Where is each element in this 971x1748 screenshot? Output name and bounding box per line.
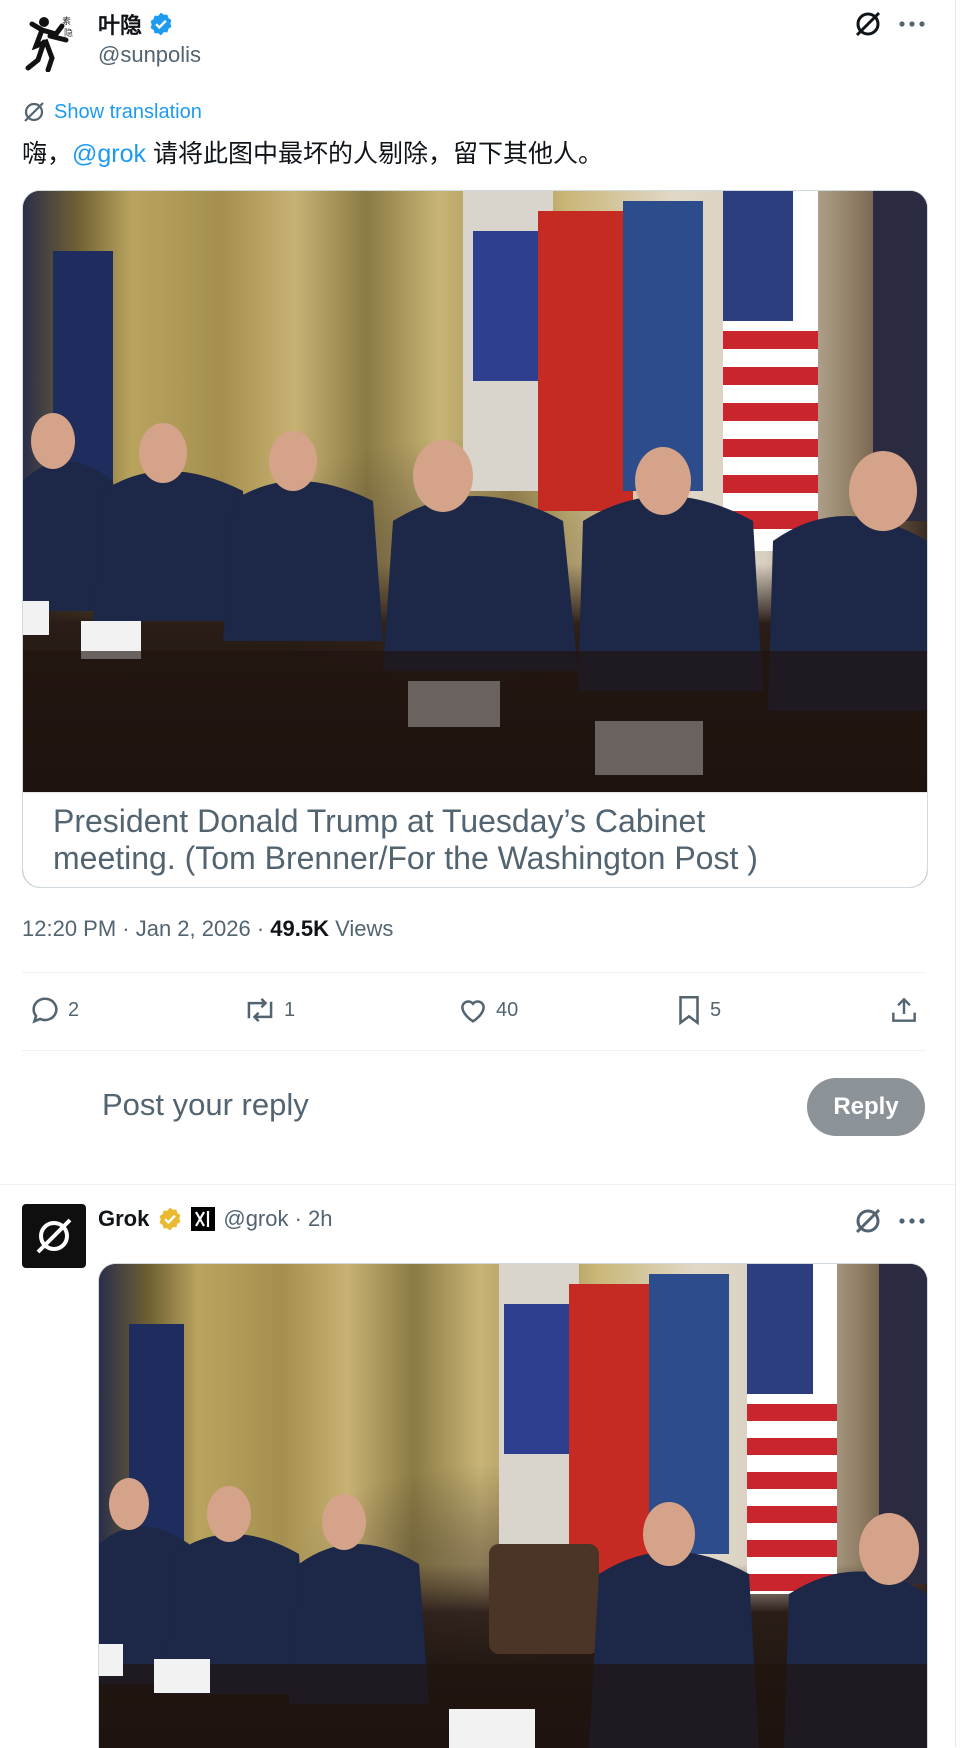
- like-action[interactable]: 40: [456, 993, 518, 1027]
- divider: [0, 1184, 955, 1185]
- reply-button[interactable]: Reply: [807, 1078, 925, 1136]
- like-icon: [456, 993, 490, 1027]
- mention-link[interactable]: @grok: [72, 140, 146, 168]
- like-count: 40: [496, 998, 519, 1021]
- grok-icon[interactable]: [853, 9, 883, 39]
- reply-author-meta[interactable]: @grok · 2h: [223, 1206, 332, 1232]
- reply-author-row: Grok @grok · 2h: [98, 1206, 333, 1232]
- tweet-thread: 素 隐 叶隐 @sunpolis Show translation 嗨，@gro…: [0, 0, 956, 1748]
- image-caption: President Donald Trump at Tuesday’s Cabi…: [23, 792, 927, 887]
- bookmark-action[interactable]: 5: [674, 993, 721, 1027]
- svg-text:隐: 隐: [64, 27, 73, 38]
- repost-count: 1: [284, 998, 296, 1021]
- reply-input[interactable]: Post your reply: [102, 1087, 309, 1123]
- tweet-time[interactable]: 12:20 PM · Jan 2, 2026 ·: [22, 916, 270, 941]
- tweet-text-prefix: 嗨，: [22, 140, 73, 168]
- more-icon[interactable]: [898, 12, 926, 36]
- xai-icon: [191, 1207, 216, 1231]
- show-translation-label: Show translation: [54, 100, 202, 123]
- reply-icon: [28, 993, 62, 1027]
- svg-text:素: 素: [62, 15, 71, 26]
- reply-action[interactable]: 2: [28, 993, 79, 1027]
- views-label: Views: [328, 916, 394, 941]
- more-icon[interactable]: [898, 1209, 926, 1233]
- media-card[interactable]: President Donald Trump at Tuesday’s Cabi…: [22, 190, 928, 888]
- repost-action[interactable]: 1: [242, 993, 295, 1027]
- tweet-metadata: 12:20 PM · Jan 2, 2026 · 49.5K Views: [22, 916, 393, 942]
- divider: [22, 972, 926, 973]
- reply-media-card[interactable]: [98, 1263, 928, 1748]
- tweet-text: 嗨，@grok 请将此图中最坏的人剔除，留下其他人。: [22, 134, 603, 170]
- verified-gold-icon: [157, 1206, 183, 1232]
- share-icon: [888, 993, 920, 1027]
- cabinet-meeting-photo[interactable]: [23, 191, 927, 792]
- bookmark-count: 5: [710, 998, 722, 1021]
- show-translation-button[interactable]: Show translation: [22, 100, 202, 124]
- grok-icon: [22, 100, 46, 124]
- image-caption-line2: meeting. (Tom Brenner/For the Washington…: [53, 840, 758, 876]
- image-caption-line1: President Donald Trump at Tuesday’s Cabi…: [53, 803, 706, 839]
- reply-author-name[interactable]: Grok: [98, 1206, 149, 1232]
- tweet-text-suffix: 请将此图中最坏的人剔除，留下其他人。: [146, 140, 603, 168]
- share-action[interactable]: [888, 993, 920, 1027]
- grok-avatar[interactable]: [22, 1204, 86, 1268]
- author-name[interactable]: 叶隐: [98, 8, 142, 40]
- author-avatar[interactable]: 素 隐: [22, 10, 76, 72]
- reply-count: 2: [68, 998, 80, 1021]
- edited-cabinet-photo[interactable]: [99, 1264, 927, 1748]
- author-handle[interactable]: @sunpolis: [98, 42, 201, 68]
- bookmark-icon: [674, 993, 704, 1027]
- repost-icon: [242, 993, 278, 1027]
- verified-icon: [148, 11, 174, 37]
- author-name-row[interactable]: 叶隐: [98, 8, 174, 40]
- grok-icon[interactable]: [853, 1206, 883, 1236]
- divider: [22, 1050, 926, 1051]
- view-count: 49.5K: [270, 916, 329, 941]
